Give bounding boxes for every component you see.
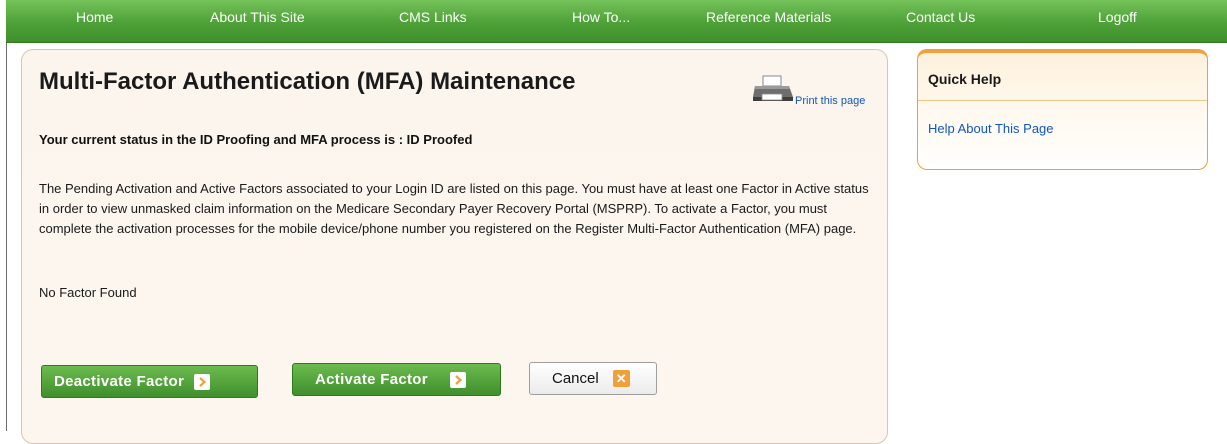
activate-factor-label: Activate Factor bbox=[315, 371, 428, 388]
page-title: Multi-Factor Authentication (MFA) Mainte… bbox=[39, 68, 576, 95]
nav-about-this-site[interactable]: About This Site bbox=[210, 9, 305, 25]
nav-contact-us[interactable]: Contact Us bbox=[906, 9, 975, 25]
quick-help-divider bbox=[918, 100, 1207, 101]
quick-help-panel: Quick Help Help About This Page bbox=[917, 49, 1208, 170]
help-about-this-page-link[interactable]: Help About This Page bbox=[928, 121, 1054, 136]
print-page-link[interactable]: Print this page bbox=[795, 95, 865, 107]
no-factor-message: No Factor Found bbox=[39, 285, 137, 300]
deactivate-factor-label: Deactivate Factor bbox=[54, 373, 185, 390]
arrow-right-icon bbox=[449, 371, 466, 388]
nav-reference-materials[interactable]: Reference Materials bbox=[706, 9, 831, 25]
nav-cms-links[interactable]: CMS Links bbox=[399, 9, 467, 25]
page-left-border bbox=[6, 42, 7, 431]
nav-home[interactable]: Home bbox=[76, 9, 113, 25]
printer-icon[interactable] bbox=[752, 75, 794, 103]
nav-logoff[interactable]: Logoff bbox=[1098, 9, 1137, 25]
cancel-button[interactable]: Cancel ✕ bbox=[529, 362, 657, 395]
close-icon: ✕ bbox=[612, 370, 630, 387]
deactivate-factor-button[interactable]: Deactivate Factor bbox=[41, 365, 258, 398]
top-navigation-bar: Home About This Site CMS Links How To...… bbox=[6, 0, 1227, 43]
mfa-status-text: Your current status in the ID Proofing a… bbox=[39, 132, 473, 147]
quick-help-title: Quick Help bbox=[928, 71, 1002, 87]
arrow-right-icon bbox=[194, 373, 211, 390]
cancel-label: Cancel bbox=[552, 370, 599, 387]
nav-how-to[interactable]: How To... bbox=[572, 9, 630, 25]
page-description: The Pending Activation and Active Factor… bbox=[39, 181, 869, 236]
activate-factor-button[interactable]: Activate Factor bbox=[292, 363, 501, 396]
main-content-panel: Multi-Factor Authentication (MFA) Mainte… bbox=[21, 49, 888, 444]
